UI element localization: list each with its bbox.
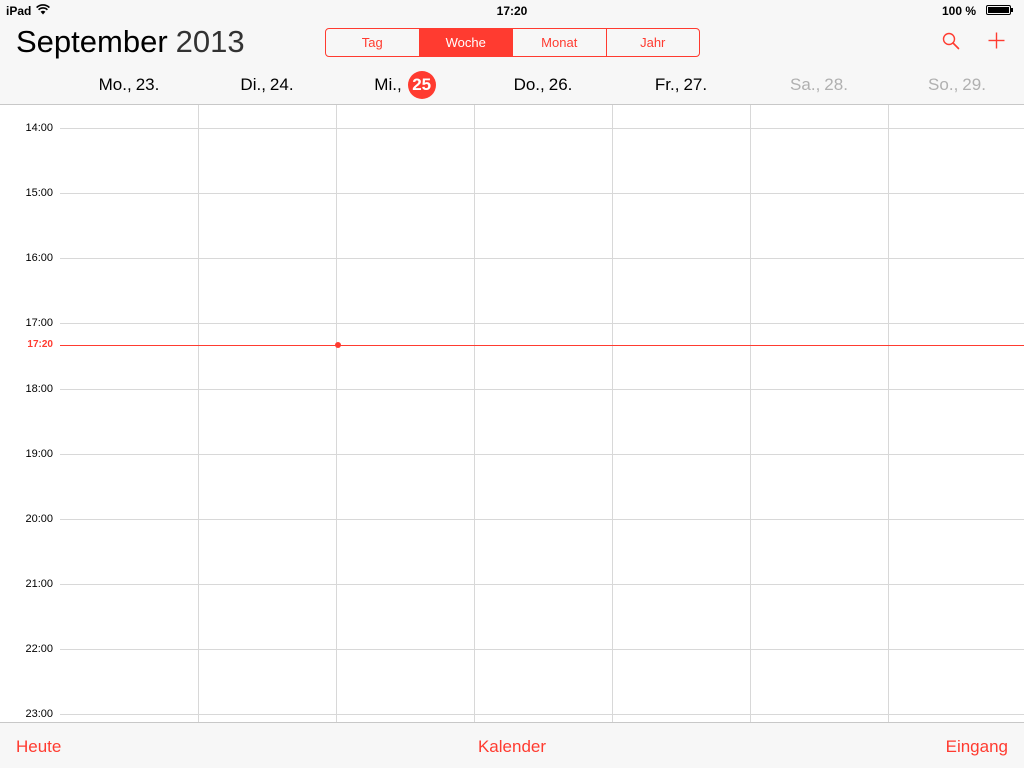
calendar-header: September 2013 Tag Woche Monat Jahr Mo., 2… [0,20,1024,105]
week-days-row: Mo., 23. Di., 24. Mi., 25 Do., 26. Fr., 27. S… [60,70,1024,100]
day-date: 27. [683,75,708,94]
hour-label: 22:00 [25,643,53,655]
day-date: 28. [824,75,848,94]
day-weekday: Mi., [374,75,402,94]
tab-year[interactable]: Jahr [607,29,700,56]
calendars-button[interactable]: Kalender [478,737,546,756]
hour-line [60,323,1024,324]
hour-line [60,714,1024,715]
calendar-app: iPad 17:20 100 % September 2013 Tag Woche… [0,0,1024,768]
day-header-mon[interactable]: Mo., 23. [60,70,198,100]
hour-label: 23:00 [25,708,53,720]
day-weekday: So., [928,75,959,94]
tab-month[interactable]: Monat [513,29,607,56]
today-date-badge: 25 [407,71,436,99]
current-time-line [60,345,1024,346]
hour-label: 16:00 [25,252,53,264]
bottom-toolbar: Heute Kalender Eingang [0,722,1024,768]
status-bar: iPad 17:20 100 % [0,0,1024,20]
day-header-fri[interactable]: Fr., 27. [612,70,750,100]
day-header-sun[interactable]: So., 29. [888,70,1024,100]
tab-day[interactable]: Tag [326,29,420,56]
hour-line [60,519,1024,520]
day-header-sat[interactable]: Sa., 28. [750,70,888,100]
tab-week[interactable]: Woche [419,29,513,56]
day-date: 29. [962,75,986,94]
plus-icon[interactable] [988,32,1005,49]
day-column-divider [888,105,889,722]
view-switcher: Tag Woche Monat Jahr [325,28,700,57]
day-column-divider [612,105,613,722]
inbox-button[interactable]: Eingang [946,737,1008,757]
hour-label: 19:00 [25,448,53,460]
day-weekday: Fr., [654,75,680,94]
title-month: September [16,24,168,59]
day-header-thu[interactable]: Do., 26. [474,70,612,100]
hour-label: 21:00 [25,578,53,590]
title-year: 2013 [175,24,245,59]
day-column-divider [198,105,199,722]
hour-label: 18:00 [25,383,53,395]
day-date: 24. [269,75,294,94]
hour-line [60,193,1024,194]
battery-percentage: 100 % [941,4,976,18]
hour-line [60,258,1024,259]
day-header-wed-today[interactable]: Mi., 25 [336,70,474,100]
day-weekday: Do., [513,75,545,94]
day-header-tue[interactable]: Di., 24. [198,70,336,100]
page-title: September 2013 [16,24,245,60]
hour-line [60,128,1024,129]
day-weekday: Mo., [98,75,132,94]
search-icon[interactable] [942,32,960,50]
hour-label: 15:00 [25,187,53,199]
current-time-label: 17:20 [27,339,53,350]
hour-line [60,389,1024,390]
day-date: 26. [548,75,573,94]
hour-line [60,454,1024,455]
hour-label: 17:00 [25,317,53,329]
hour-label: 20:00 [25,513,53,525]
day-column-divider [474,105,475,722]
day-date: 23. [135,75,160,94]
day-weekday: Di., [240,75,266,94]
day-weekday: Sa., [790,75,821,94]
day-column-divider [336,105,337,722]
battery-icon [986,5,1013,15]
status-time: 17:20 [496,4,528,18]
current-time-dot [335,342,341,348]
week-time-grid[interactable]: 14:00 15:00 16:00 17:00 18:00 19:00 20:0… [0,105,1024,722]
today-button[interactable]: Heute [16,737,61,757]
hour-line [60,649,1024,650]
hour-label: 14:00 [25,122,53,134]
day-column-divider [750,105,751,722]
hour-line [60,584,1024,585]
